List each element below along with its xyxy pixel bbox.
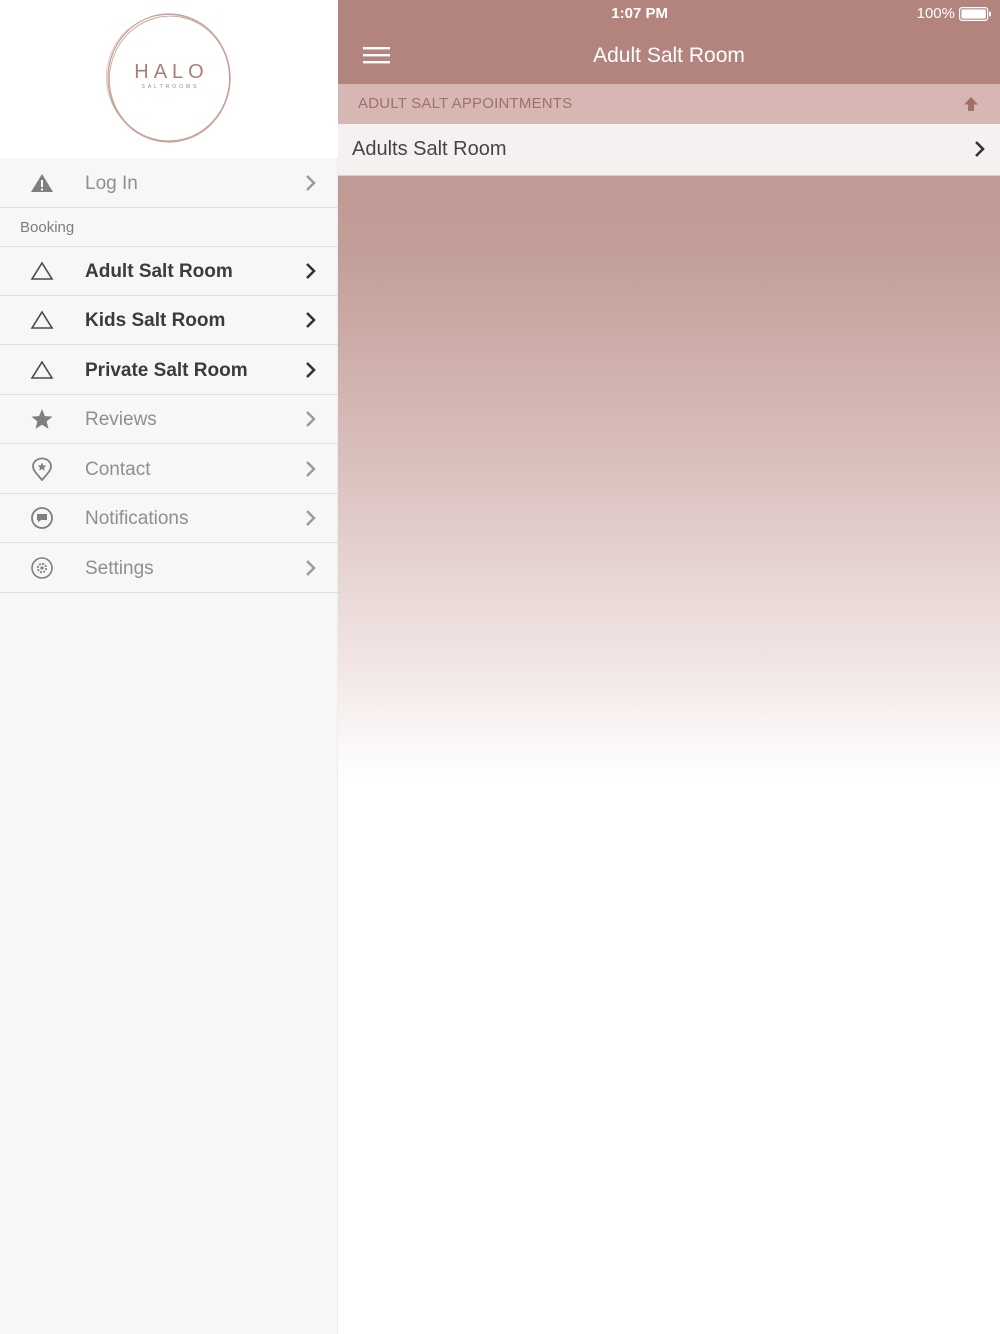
chevron-right-icon — [306, 263, 316, 279]
sidebar-item-kids-salt-room[interactable]: Kids Salt Room — [0, 296, 338, 345]
chat-bubble-icon — [31, 507, 53, 529]
logo-name: HALO — [134, 61, 209, 83]
sidebar-item-notifications[interactable]: Notifications — [0, 494, 338, 543]
warning-icon — [31, 174, 53, 192]
chevron-right-icon — [306, 362, 316, 378]
section-header-label: ADULT SALT APPOINTMENTS — [358, 95, 573, 112]
main-content: 1:07 PM 100% Adult Salt Room ADULT SALT … — [338, 0, 1000, 1334]
chevron-right-icon — [306, 312, 316, 328]
location-pin-icon — [32, 457, 52, 481]
triangle-outline-icon — [30, 310, 54, 329]
sidebar-item-adult-salt-room[interactable]: Adult Salt Room — [0, 247, 338, 296]
star-icon — [31, 409, 53, 429]
chevron-right-icon — [306, 560, 316, 576]
sidebar-item-login[interactable]: Log In — [0, 159, 338, 208]
list-item[interactable]: Adults Salt Room — [338, 124, 1000, 176]
logo-subtitle: SALTROOMS — [141, 84, 200, 90]
navigation-bar: 1:07 PM 100% Adult Salt Room — [338, 0, 1000, 84]
sidebar-item-label: Adult Salt Room — [85, 261, 233, 282]
battery-percentage: 100% — [916, 5, 955, 22]
triangle-outline-icon — [30, 261, 54, 280]
status-time: 1:07 PM — [611, 5, 668, 22]
chevron-right-icon — [306, 175, 316, 191]
sidebar-item-settings[interactable]: Settings — [0, 544, 338, 593]
sidebar-item-label: Private Salt Room — [85, 360, 248, 381]
chevron-right-icon — [306, 461, 316, 477]
chevron-right-icon — [306, 510, 316, 526]
sidebar-item-contact[interactable]: Contact — [0, 445, 338, 494]
hamburger-menu-icon[interactable] — [360, 43, 394, 69]
sidebar-item-label: Settings — [85, 558, 154, 579]
triangle-outline-icon — [30, 360, 54, 379]
section-title-booking: Booking — [20, 219, 75, 236]
battery-icon — [959, 7, 991, 21]
section-header[interactable]: ADULT SALT APPOINTMENTS — [338, 84, 1000, 124]
arrow-up-icon[interactable] — [960, 94, 982, 114]
sidebar-item-private-salt-room[interactable]: Private Salt Room — [0, 346, 338, 395]
sidebar-item-label: Log In — [85, 173, 138, 194]
sidebar-item-label: Contact — [85, 459, 151, 480]
sidebar-item-label: Notifications — [85, 508, 189, 529]
sidebar: HALO SALTROOMS Log In Booking Adult Salt… — [0, 0, 338, 1334]
list-item-label: Adults Salt Room — [352, 138, 507, 160]
chevron-right-icon — [306, 411, 316, 427]
logo: HALO SALTROOMS — [0, 0, 338, 158]
sidebar-item-label: Kids Salt Room — [85, 310, 226, 331]
page-title: Adult Salt Room — [593, 44, 745, 67]
sidebar-item-label: Reviews — [85, 409, 157, 430]
chevron-right-icon — [975, 141, 985, 157]
gear-icon — [31, 557, 53, 579]
sidebar-item-reviews[interactable]: Reviews — [0, 395, 338, 444]
